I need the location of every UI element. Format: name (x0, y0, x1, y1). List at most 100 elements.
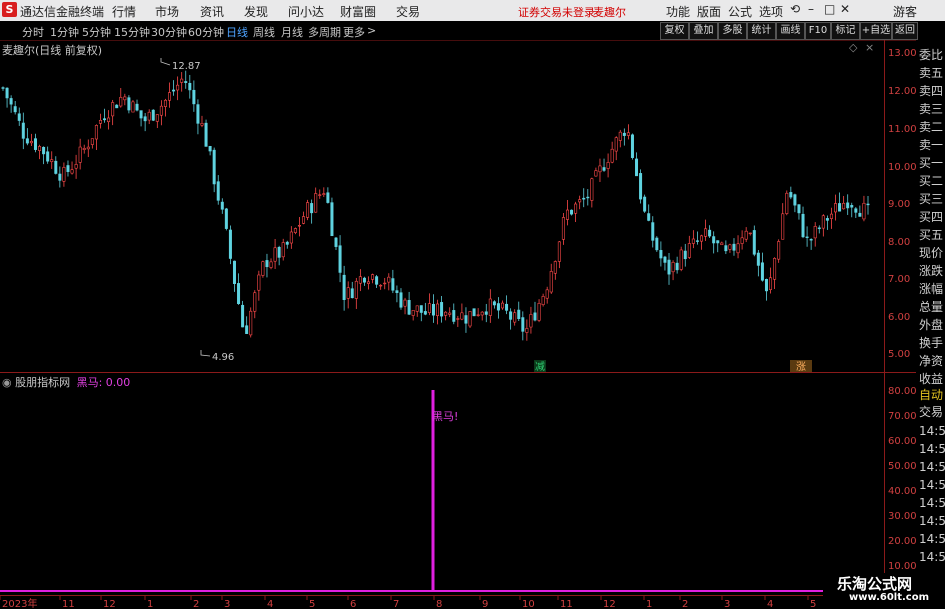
candle-body (720, 242, 724, 246)
candle-body (62, 167, 66, 182)
candle-body (281, 242, 285, 258)
menu-faxian[interactable]: 发现 (244, 3, 268, 20)
candle-body (663, 256, 667, 263)
candle-body (188, 82, 192, 91)
menu-zixun[interactable]: 资讯 (200, 3, 224, 20)
menu-xuanxiang[interactable]: 选项 (759, 3, 783, 20)
collapse-icon[interactable]: ◉ (2, 376, 12, 389)
menu-wenxiaoda[interactable]: 问小达 (288, 3, 324, 20)
candle-body (541, 296, 545, 305)
diamond-icon[interactable]: ◇ (849, 41, 857, 54)
indicator-name[interactable]: 股朋指标网 (15, 376, 70, 389)
period-30min[interactable]: 30分钟 (151, 24, 187, 40)
quote-label[interactable]: 自动 (919, 386, 943, 403)
button-biaoji[interactable]: 标记 (831, 22, 860, 40)
quote-label: 14:56 (919, 550, 945, 564)
button-back[interactable]: 返回 (892, 22, 918, 40)
candle-body (809, 239, 813, 241)
button-fuquan[interactable]: 复权 (660, 22, 689, 40)
candle-body (630, 134, 634, 158)
candle-body (825, 218, 829, 221)
candle-body (1, 87, 5, 89)
menu-shichang[interactable]: 市场 (155, 3, 179, 20)
watermark-title: 乐淘公式网 (837, 575, 913, 593)
close-icon[interactable]: ✕ (840, 2, 850, 16)
candle-body (639, 173, 643, 200)
period-week[interactable]: 周线 (253, 24, 275, 40)
period-60min[interactable]: 60分钟 (188, 24, 224, 40)
button-huaxian[interactable]: 画线 (776, 22, 805, 40)
period-5min[interactable]: 5分钟 (82, 24, 111, 40)
candle-body (716, 240, 720, 244)
login-warning[interactable]: 证券交易未登录 (518, 4, 595, 20)
quote-label: 14:56 (919, 496, 945, 510)
period-multi[interactable]: 多周期 (308, 24, 341, 40)
candle-body (801, 213, 805, 238)
quote-panel: 委比 卖五 卖四 卖三 卖二 卖一 买一 买二 买三 买四 买五 现价 涨跌 涨幅 总量 外盘 换手 净资 收益 自动… (916, 40, 945, 609)
candle-body (838, 203, 842, 212)
button-diejia[interactable]: 叠加 (689, 22, 718, 40)
quote-label: 净资 (919, 354, 944, 368)
menu-jiaoyi[interactable]: 交易 (396, 3, 420, 20)
period-15min[interactable]: 15分钟 (114, 24, 150, 40)
period-month[interactable]: 月线 (281, 24, 303, 40)
candle-body (192, 89, 196, 105)
candle-body (184, 81, 188, 83)
period-fenshi[interactable]: 分时 (22, 24, 44, 40)
period-more[interactable]: 更多 (343, 24, 365, 40)
close-panel-icon[interactable]: × (865, 41, 874, 54)
candle-body (90, 138, 94, 145)
x-axis-labels: 2023年 11 12 1 2 3 4 5 6 7 8 9 10 11 12 1 2 3 4 5 (0, 596, 816, 609)
candle-body (180, 78, 184, 83)
candle-body (655, 237, 659, 251)
candle-body (472, 308, 476, 317)
minimize-icon[interactable]: – (808, 2, 814, 16)
button-add-watchlist[interactable]: +自选 (860, 22, 892, 40)
refresh-icon[interactable]: ⟲ (790, 2, 800, 16)
candle-body (436, 303, 440, 316)
maximize-icon[interactable]: □ (824, 2, 835, 16)
candle-body (82, 147, 86, 150)
menu-hangqing[interactable]: 行情 (112, 3, 136, 20)
menu-caifuquan[interactable]: 财富圈 (340, 3, 376, 20)
y-tick: 8.00 (888, 237, 911, 248)
quote-label: 卖五 (919, 66, 944, 80)
marker-zhang: 涨 (796, 361, 806, 373)
menu-gongneng[interactable]: 功能 (666, 3, 690, 20)
candle-body (119, 97, 123, 107)
candle-body (842, 202, 846, 210)
quote-label: 换手 (919, 336, 944, 350)
button-f10[interactable]: F10 (805, 22, 831, 40)
candle-body (708, 229, 712, 237)
candle-body (679, 249, 683, 270)
app-title: 通达信金融终端 (20, 5, 105, 19)
period-day[interactable]: 日线 (226, 24, 248, 40)
candle-body (570, 209, 574, 215)
quote-label: 委比 (919, 48, 944, 62)
candle-body (139, 110, 143, 119)
period-1min[interactable]: 1分钟 (50, 24, 79, 40)
candle-body (334, 237, 338, 247)
indicator-series: 黑马! (0, 390, 884, 592)
stock-name: 麦趣尔 (593, 6, 626, 19)
button-duogu[interactable]: 多股 (718, 22, 747, 40)
candle-body (748, 232, 752, 235)
chart-canvas[interactable]: 12.87 4.96 减 涨 黑马! 2023年 11 12 1 2 3 4 5 6 7 8 9 10 1… (0, 40, 916, 609)
candle-body (9, 98, 13, 105)
menu-banmian[interactable]: 版面 (697, 3, 721, 20)
candle-body (427, 303, 431, 313)
candle-body (651, 222, 655, 241)
chevron-right-icon[interactable]: > (367, 24, 376, 37)
menu-gongshi[interactable]: 公式 (728, 3, 752, 20)
candle-body (5, 87, 9, 99)
button-tongji[interactable]: 统计 (747, 22, 776, 40)
watermark: 乐淘公式网 www.60lt.com (823, 573, 945, 609)
x-tick: 9 (482, 599, 488, 609)
guest-label[interactable]: 游客 (893, 3, 917, 20)
candle-body (862, 202, 866, 220)
watermark-url: www.60lt.com (849, 592, 930, 603)
candle-body (346, 287, 350, 299)
candle-body (273, 247, 277, 262)
candle-body (517, 309, 521, 319)
candle-body (744, 230, 748, 240)
